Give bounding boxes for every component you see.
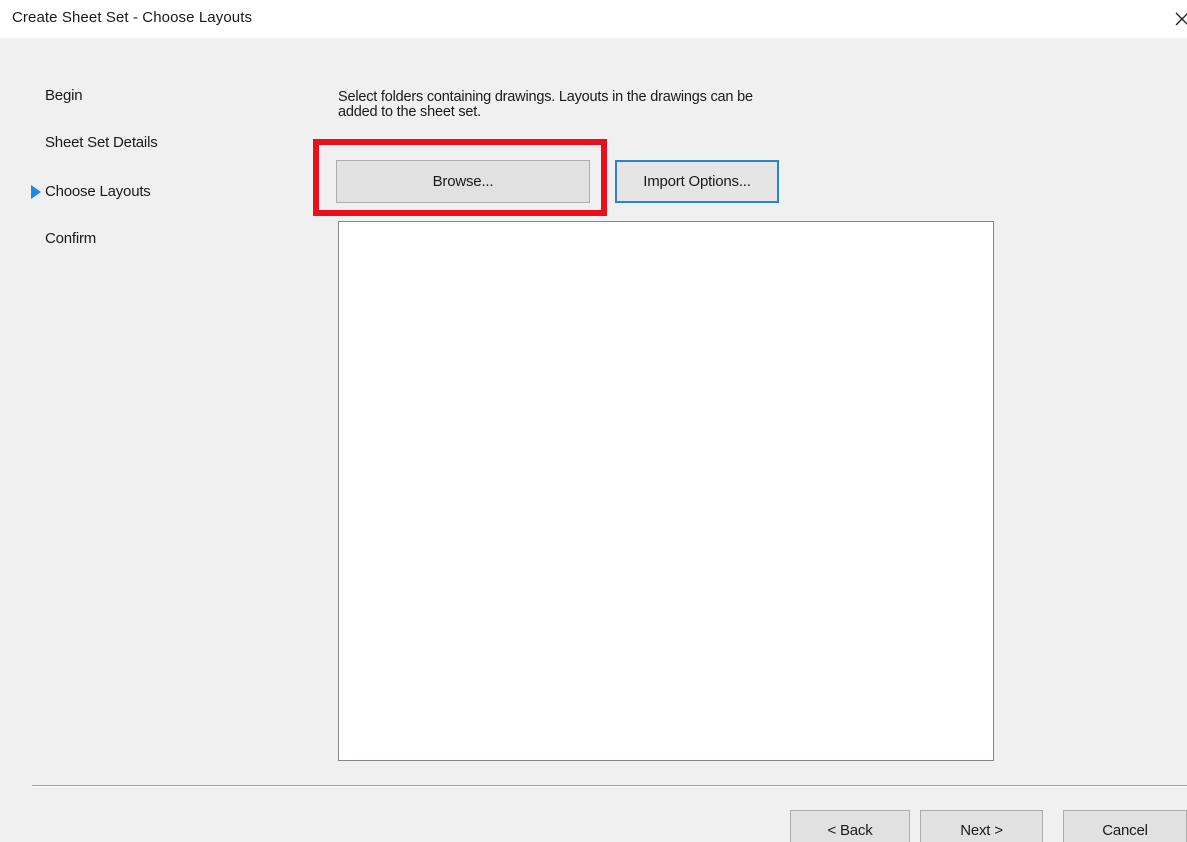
footer-divider	[32, 785, 1187, 787]
next-button[interactable]: Next >	[920, 810, 1043, 842]
window-title: Create Sheet Set - Choose Layouts	[12, 9, 253, 26]
play-arrow-icon	[31, 185, 41, 199]
cancel-button[interactable]: Cancel	[1063, 810, 1187, 842]
step-confirm: Confirm	[45, 230, 97, 247]
instruction-text: Select folders containing drawings. Layo…	[338, 89, 753, 120]
folders-list[interactable]	[338, 221, 994, 761]
step-choose-layouts: Choose Layouts	[45, 183, 151, 200]
import-options-button[interactable]: Import Options...	[615, 160, 779, 203]
back-button[interactable]: < Back	[790, 810, 910, 842]
create-sheet-set-dialog: Create Sheet Set - Choose Layouts Begin …	[0, 0, 1187, 842]
title-bar: Create Sheet Set - Choose Layouts	[0, 0, 1187, 38]
step-sheet-set-details: Sheet Set Details	[45, 134, 158, 151]
close-icon[interactable]	[1173, 4, 1187, 32]
browse-button[interactable]: Browse...	[336, 160, 590, 203]
step-begin: Begin	[45, 87, 83, 104]
